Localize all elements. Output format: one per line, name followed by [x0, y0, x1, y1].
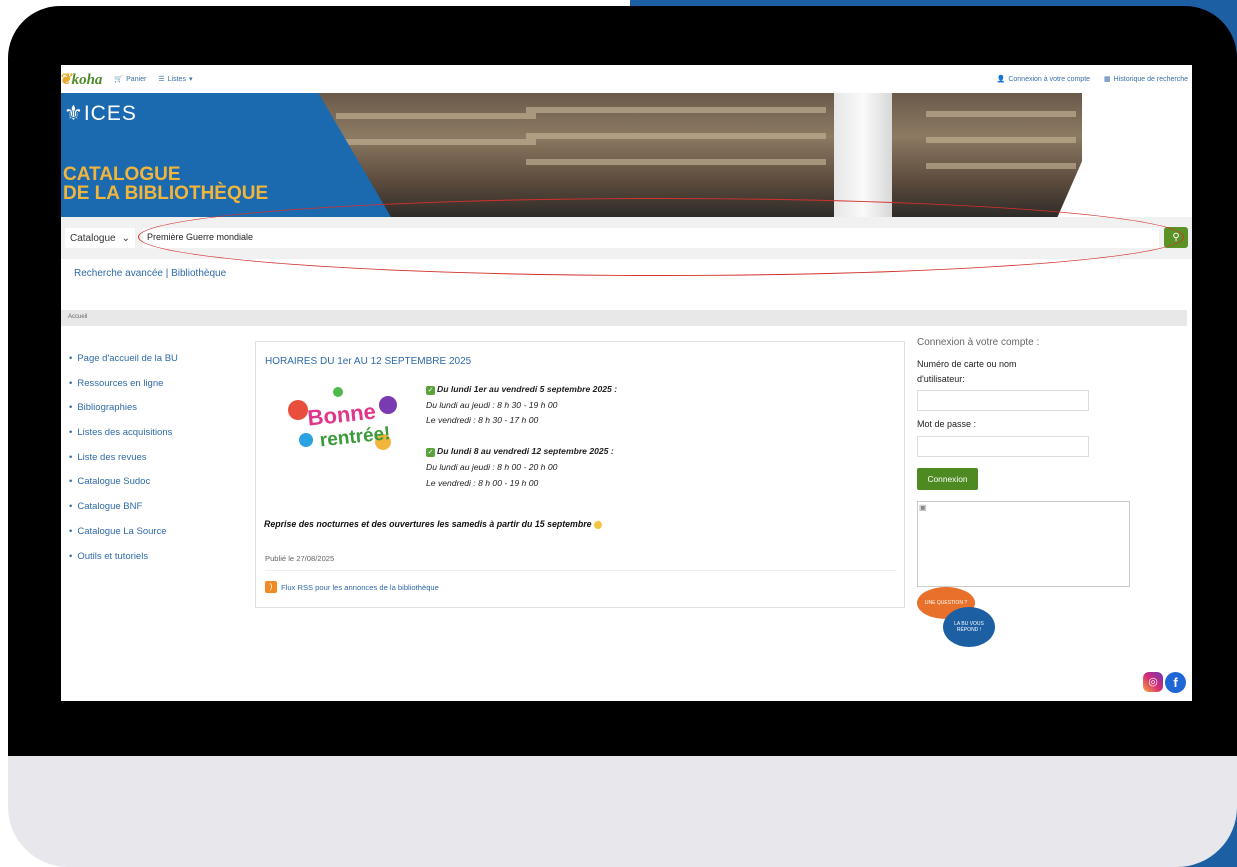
cart-link[interactable]: 🛒 Panier — [114, 75, 146, 84]
broken-image: ▣ — [917, 501, 1130, 587]
opening-hours: ✓ Du lundi 1er au vendredi 5 septembre 20… — [426, 384, 618, 488]
browser-screen: ❦koha 🛒 Panier ☰ Listes ▾ 👤 Connexion à … — [61, 65, 1192, 701]
monitor-stand — [8, 752, 1237, 867]
lists-menu[interactable]: ☰ Listes ▾ — [158, 75, 193, 84]
sidebar-item-journals[interactable]: Liste des revues — [69, 452, 178, 477]
sidebar-item-acquisitions[interactable]: Listes des acquisitions — [69, 427, 178, 452]
facebook-icon[interactable]: f — [1165, 672, 1186, 693]
checkmark-icon: ✓ — [426, 386, 435, 395]
caret-down-icon: ▾ — [188, 76, 193, 83]
checkmark-icon: ✓ — [426, 448, 435, 458]
ices-logo[interactable]: ⚜ICES — [64, 101, 137, 126]
sidebar-item-bibliographies[interactable]: Bibliographies — [69, 402, 178, 427]
list-icon: ☰ — [158, 76, 165, 83]
broken-image-icon: ▣ — [919, 503, 927, 512]
instagram-icon[interactable]: ◎ — [1143, 672, 1163, 692]
reprise-notice: Reprise des nocturnes et des ouvertures … — [264, 519, 603, 529]
published-date: Publié le 27/08/2025 — [265, 554, 335, 563]
card-number-label: Numéro de carte ou nom d'utilisateur: — [917, 359, 1017, 384]
sidebar-links: Page d'accueil de la BU Ressources en li… — [69, 353, 178, 575]
sidebar-item-la-source[interactable]: Catalogue La Source — [69, 526, 178, 551]
login-button[interactable]: Connexion — [917, 468, 978, 490]
social-links: ◎ f — [1143, 672, 1186, 693]
smiley-icon — [594, 520, 603, 529]
user-icon: 👤 — [996, 76, 1006, 83]
sidebar-item-sudoc[interactable]: Catalogue Sudoc — [69, 476, 178, 501]
rss-link[interactable]: ) Flux RSS pour les annonces de la bibli… — [265, 581, 439, 593]
divider — [265, 570, 897, 571]
news-title: HORAIRES DU 1er AU 12 SEPTEMBRE 2025 — [265, 356, 472, 367]
login-link[interactable]: 👤 Connexion à votre compte — [996, 75, 1090, 84]
top-navbar: ❦koha 🛒 Panier ☰ Listes ▾ 👤 Connexion à … — [61, 65, 1192, 93]
sidebar-item-tools[interactable]: Outils et tutoriels — [69, 551, 178, 576]
login-title: Connexion à votre compte : — [917, 337, 1040, 348]
card-number-field[interactable] — [917, 390, 1089, 411]
login-panel: Connexion à votre compte : Numéro de car… — [917, 337, 1187, 647]
sidebar-item-home-bu[interactable]: Page d'accueil de la BU — [69, 353, 178, 378]
sidebar-item-online-resources[interactable]: Ressources en ligne — [69, 378, 178, 403]
answer-bubble[interactable]: LA BU VOUS RÉPOND ! — [943, 607, 995, 647]
search-history-link[interactable]: ▦ Historique de recherche — [1104, 75, 1188, 84]
history-icon: ▦ — [1104, 76, 1111, 83]
breadcrumb: Accueil — [61, 310, 1187, 326]
password-label: Mot de passe : — [917, 419, 977, 429]
koha-logo[interactable]: ❦koha — [61, 70, 102, 89]
bonne-rentree-image: Bonne rentrée! — [288, 387, 397, 451]
chevron-down-icon: ⌄ — [121, 232, 130, 244]
crest-icon: ⚜ — [64, 102, 84, 125]
annotation-circle — [138, 198, 1184, 276]
rss-icon: ) — [265, 581, 277, 593]
advanced-search-link[interactable]: Recherche avancée | Bibliothèque — [74, 268, 226, 279]
password-field[interactable] — [917, 436, 1089, 457]
search-scope-select[interactable]: Catalogue ⌄ — [65, 228, 135, 248]
news-panel: HORAIRES DU 1er AU 12 SEPTEMBRE 2025 Bon… — [255, 341, 905, 608]
cart-icon: 🛒 — [114, 76, 124, 83]
catalogue-title: CATALOGUE DE LA BIBLIOTHÈQUE — [63, 164, 269, 204]
sidebar-item-bnf[interactable]: Catalogue BNF — [69, 501, 178, 526]
